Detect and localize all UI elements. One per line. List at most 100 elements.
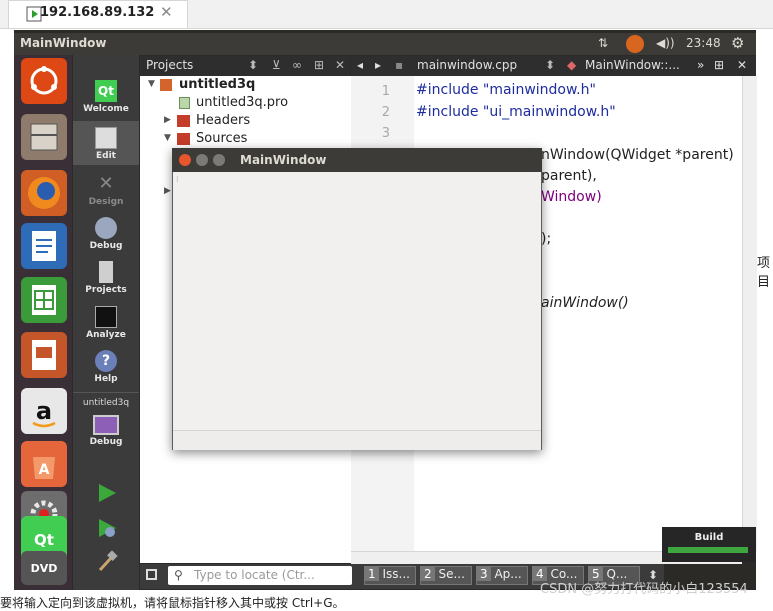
output-tab-search[interactable]: 2 Se... xyxy=(420,566,472,585)
code-line-1: #include "mainwindow.h" xyxy=(416,82,596,98)
code-line-4: nWindow(QWidget *parent) xyxy=(541,147,734,163)
svg-text:A: A xyxy=(39,462,50,478)
mode-welcome[interactable]: Qt Welcome xyxy=(73,80,139,114)
output-tab-issues[interactable]: 1 Iss... xyxy=(364,566,416,585)
writer-icon[interactable] xyxy=(21,223,67,269)
vertical-scrollbar[interactable] xyxy=(742,76,757,551)
collapsed-arrow-icon[interactable]: ▶ xyxy=(164,186,171,196)
code-line-6: Window) xyxy=(541,189,602,205)
dvd-icon[interactable]: DVD xyxy=(21,551,67,585)
run-icon[interactable] xyxy=(96,482,118,508)
kit-project-name: untitled3q xyxy=(82,398,130,408)
code-line-5: parent), xyxy=(541,168,597,184)
svg-text:a: a xyxy=(36,397,52,425)
ubuntu-dash-icon[interactable] xyxy=(21,58,67,104)
calc-icon[interactable] xyxy=(21,277,67,323)
open-documents-select[interactable]: mainwindow.cpp xyxy=(417,58,517,72)
line-number: 2 xyxy=(381,105,390,120)
file-manager-icon[interactable] xyxy=(21,114,67,160)
mode-projects[interactable]: Projects xyxy=(73,261,139,295)
output-tab-application[interactable]: 3 Ap... xyxy=(476,566,528,585)
watermark: CSDN @努力打代码的小白123554 xyxy=(540,582,748,597)
mode-help[interactable]: ? Help xyxy=(73,350,139,384)
network-icon[interactable]: ⇅ xyxy=(598,36,608,50)
mode-edit[interactable]: Edit xyxy=(73,121,139,165)
build-progress: Build xyxy=(662,527,756,562)
mode-design[interactable]: ✕ Design xyxy=(73,173,139,207)
updown-icon[interactable]: ⬍ xyxy=(248,58,258,72)
split-icon[interactable]: ⊞ xyxy=(314,58,324,72)
mode-debug[interactable]: Debug xyxy=(73,217,139,251)
expanded-arrow-icon[interactable]: ▼ xyxy=(164,133,171,143)
window-close-button[interactable] xyxy=(179,154,191,166)
mainwindow-app[interactable] xyxy=(172,148,542,450)
close-icon[interactable]: ✕ xyxy=(737,58,747,72)
build-label: Build xyxy=(694,532,724,543)
analyze-icon xyxy=(95,306,117,328)
amazon-icon[interactable]: a xyxy=(21,388,67,434)
window-minimize-button[interactable] xyxy=(196,154,208,166)
more-icon[interactable]: » xyxy=(697,58,704,72)
svg-text:Qt: Qt xyxy=(34,531,54,549)
toolbar-grip: ⁝ xyxy=(176,175,179,184)
code-line-2: #include "ui_mainwindow.h" xyxy=(416,104,616,120)
projects-view-select[interactable]: Projects xyxy=(146,58,193,72)
tree-item-headers[interactable]: Headers xyxy=(196,113,250,128)
lock-icon: ▪ xyxy=(395,58,404,72)
symbol-icon: ◆ xyxy=(567,58,577,72)
vm-hint-text: 要将输入定向到该虚拟机，请将鼠标指针移入其中或按 Ctrl+G。 xyxy=(0,596,345,610)
window-maximize-button[interactable] xyxy=(213,154,225,166)
debug-run-icon[interactable] xyxy=(96,517,118,543)
expanded-arrow-icon[interactable]: ▼ xyxy=(148,79,155,89)
mainwindow-statusbar xyxy=(173,430,541,450)
monitor-icon xyxy=(93,415,119,435)
updown-icon[interactable]: ⬍ xyxy=(545,58,555,72)
close-icon[interactable]: ✕ xyxy=(160,3,173,21)
build-hammer-icon[interactable] xyxy=(96,550,118,576)
tree-item-sources[interactable]: Sources xyxy=(196,131,247,146)
code-line-8: ); xyxy=(541,231,552,247)
nav-forward-icon[interactable]: ▸ xyxy=(375,58,381,72)
tree-item-project[interactable]: untitled3q xyxy=(179,77,255,92)
help-icon: ? xyxy=(95,350,117,372)
split-icon[interactable]: ⊞ xyxy=(714,58,724,72)
clock[interactable]: 23:48 xyxy=(686,36,721,50)
collapsed-arrow-icon[interactable]: ▶ xyxy=(164,115,171,125)
svg-text:DVD: DVD xyxy=(31,562,58,575)
locator-input[interactable]: ⚲ Type to locate (Ctr... xyxy=(168,566,352,585)
divider xyxy=(73,392,139,393)
sources-folder-icon xyxy=(177,133,190,145)
tree-item-pro-file[interactable]: untitled3q.pro xyxy=(196,95,288,110)
active-window-title: MainWindow xyxy=(20,36,107,50)
pro-file-icon xyxy=(179,97,190,109)
mainwindow-titlebar[interactable] xyxy=(172,148,542,172)
projects-panel-header: Projects ⬍ ⊻ ∞ ⊞ ✕ xyxy=(140,56,350,76)
design-icon: ✕ xyxy=(98,173,114,194)
mode-analyze[interactable]: Analyze xyxy=(73,306,139,340)
kit-selector[interactable]: Debug xyxy=(73,415,139,447)
updates-icon[interactable] xyxy=(626,35,644,53)
edit-icon xyxy=(95,127,117,149)
close-icon[interactable]: ✕ xyxy=(335,58,345,72)
link-icon[interactable]: ∞ xyxy=(292,58,302,72)
software-center-icon[interactable]: A xyxy=(21,441,67,487)
filter-icon[interactable]: ⊻ xyxy=(272,58,281,72)
nav-back-icon[interactable]: ◂ xyxy=(357,58,363,72)
project-icon xyxy=(160,79,172,91)
line-number: 1 xyxy=(381,84,390,99)
ubuntu-top-panel xyxy=(14,33,756,55)
volume-icon[interactable]: ◀)) xyxy=(656,36,675,50)
cropped-side-text: 项目 xyxy=(757,256,771,290)
gear-icon[interactable]: ⚙ xyxy=(731,34,744,52)
firefox-icon[interactable] xyxy=(21,170,67,216)
headers-folder-icon xyxy=(177,115,190,127)
locator-placeholder: Type to locate (Ctr... xyxy=(194,568,315,582)
sidebar-toggle-icon[interactable] xyxy=(146,569,157,580)
impress-icon[interactable] xyxy=(21,332,67,378)
projects-icon xyxy=(99,261,113,283)
qt-logo-icon: Qt xyxy=(95,80,117,102)
build-progress-bar xyxy=(668,547,748,553)
debug-icon xyxy=(95,217,117,239)
mainwindow-title: MainWindow xyxy=(240,153,327,167)
symbols-select[interactable]: MainWindow::... xyxy=(585,58,680,72)
